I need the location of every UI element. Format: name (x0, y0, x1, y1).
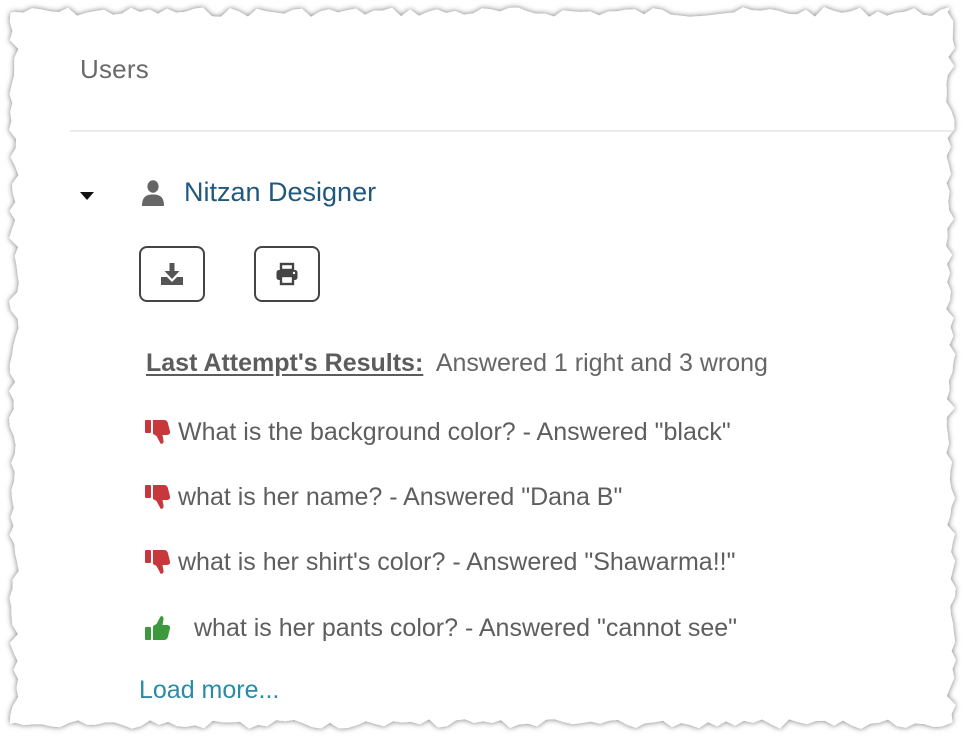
answer-text: what is her pants color? - Answered "can… (194, 613, 738, 642)
results-summary-text: Answered 1 right and 3 wrong (435, 349, 768, 377)
answer-item: what is her pants color? - Answered "can… (144, 612, 737, 644)
answer-text: What is the background color? - Answered… (178, 417, 731, 446)
header-divider (70, 130, 953, 132)
user-icon (142, 180, 164, 206)
load-more-link[interactable]: Load more... (139, 676, 279, 705)
answer-item: What is the background color? - Answered… (144, 416, 731, 448)
caret-down-icon[interactable] (78, 186, 96, 204)
print-button[interactable] (254, 246, 320, 302)
thumbs-down-icon (145, 485, 171, 509)
results-summary: Last Attempt's Results: Answered 1 right… (146, 349, 768, 378)
answer-text: what is her name? - Answered "Dana B" (178, 482, 623, 511)
thumbs-up-icon (145, 616, 171, 640)
download-button[interactable] (139, 246, 205, 302)
print-icon (276, 262, 298, 286)
user-name-link[interactable]: Nitzan Designer (184, 177, 376, 208)
answer-item: what is her shirt's color? - Answered "S… (144, 546, 735, 578)
panel-title: Users (80, 54, 149, 84)
answer-text: what is her shirt's color? - Answered "S… (178, 547, 736, 576)
users-panel: Users Nitzan Designer Last Attempt's Res… (28, 24, 953, 714)
download-icon (161, 263, 183, 285)
thumbs-down-icon (145, 550, 171, 574)
thumbs-down-icon (145, 420, 171, 444)
results-label: Last Attempt's Results: (146, 349, 424, 377)
answer-item: what is her name? - Answered "Dana B" (144, 481, 622, 513)
